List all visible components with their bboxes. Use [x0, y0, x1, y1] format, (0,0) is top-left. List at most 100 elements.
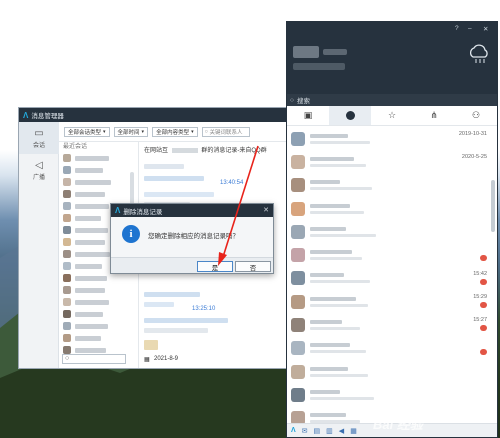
- blurred-text: [144, 164, 184, 169]
- chat-bubble-icon: ▭: [34, 127, 44, 139]
- list-item[interactable]: [59, 164, 138, 176]
- blurred-text: [310, 156, 354, 161]
- avatar: [291, 271, 305, 286]
- chevron-down-icon: ▾: [141, 128, 145, 135]
- avatar: [63, 322, 71, 330]
- list-item[interactable]: [59, 176, 138, 188]
- avatar[interactable]: [293, 46, 319, 58]
- avatar: [291, 387, 305, 402]
- side-tab-sessions[interactable]: ▭ 会话: [19, 122, 59, 154]
- blurred-text: [75, 275, 107, 281]
- tab-favorites[interactable]: ☆: [371, 106, 413, 125]
- list-item-text: [310, 203, 364, 214]
- time-range-dropdown[interactable]: 全部时间 ▾: [113, 126, 149, 137]
- list-item[interactable]: [59, 320, 138, 332]
- blurred-text: [75, 347, 106, 353]
- avatar: [291, 318, 305, 333]
- list-item-time: 2019-10-31: [458, 131, 487, 137]
- file-icon[interactable]: ▤: [314, 427, 321, 435]
- tab-users[interactable]: ⚇: [455, 106, 497, 125]
- blurred-text: [310, 250, 352, 255]
- content-header-suffix: 群的消息记录-来自QQ群: [201, 148, 267, 154]
- avatar: [291, 341, 305, 356]
- list-scrollbar[interactable]: [491, 180, 495, 232]
- list-item-text: [310, 250, 362, 261]
- tab-groups[interactable]: ⋔: [413, 106, 455, 125]
- tim-logo-icon[interactable]: Λ: [291, 427, 296, 434]
- cloud-weather-icon[interactable]: [467, 42, 491, 64]
- grid-icon[interactable]: ▦: [350, 427, 357, 435]
- chevron-down-icon: ▾: [103, 128, 106, 135]
- list-item[interactable]: [287, 360, 497, 383]
- list-search-box[interactable]: ○: [62, 354, 126, 364]
- list-item[interactable]: 15:42: [287, 267, 497, 290]
- list-item[interactable]: 2019-10-31: [287, 127, 497, 150]
- avatar: [63, 214, 71, 222]
- dialog-button-bar: 是 否: [111, 257, 273, 273]
- no-button[interactable]: 否: [235, 261, 271, 272]
- list-item[interactable]: [287, 243, 497, 266]
- contact-card-icon: ▣: [303, 110, 313, 120]
- list-item[interactable]: 2020-5-25: [287, 150, 497, 173]
- blurred-nickname: [323, 49, 347, 55]
- avatar: [63, 274, 71, 282]
- avatar: [291, 178, 305, 193]
- list-item[interactable]: [287, 383, 497, 406]
- list-item-text: [310, 180, 372, 191]
- user-icon: ⚇: [471, 110, 481, 120]
- blurred-text: [310, 273, 344, 278]
- date-label: 2021-8-9: [154, 356, 179, 362]
- list-item-text: [310, 156, 366, 167]
- close-icon[interactable]: ✕: [483, 25, 488, 33]
- list-item[interactable]: [59, 152, 138, 164]
- avatar: [291, 131, 305, 146]
- list-item-text: [310, 320, 360, 331]
- mail-icon[interactable]: ✉: [302, 427, 308, 435]
- avatar: [291, 201, 305, 216]
- qq-search-bar[interactable]: ○ 搜索: [287, 94, 497, 106]
- blurred-text: [310, 327, 360, 331]
- help-icon[interactable]: ?: [455, 25, 459, 32]
- blurred-text: [75, 335, 101, 341]
- close-icon[interactable]: ✕: [263, 206, 269, 214]
- avatar: [291, 248, 305, 263]
- blurred-signature: [293, 63, 345, 70]
- list-scrollbar[interactable]: [130, 172, 134, 206]
- list-item[interactable]: 15:27: [287, 313, 497, 336]
- list-item[interactable]: [287, 337, 497, 360]
- list-item[interactable]: [287, 220, 497, 243]
- side-tab-broadcast[interactable]: ◁ 广播: [19, 154, 59, 186]
- blurred-text: [75, 191, 105, 197]
- list-item[interactable]: [59, 284, 138, 296]
- tab-contacts-card[interactable]: ▣: [287, 106, 329, 125]
- blurred-text: [75, 311, 103, 317]
- list-item[interactable]: [287, 197, 497, 220]
- chart-icon[interactable]: ▥: [326, 427, 333, 435]
- list-item-time: 15:29: [473, 294, 487, 301]
- side-tab-label: 会话: [32, 142, 45, 149]
- avatar: [63, 166, 71, 174]
- unread-badge: [480, 302, 487, 309]
- list-item[interactable]: [59, 332, 138, 344]
- session-type-dropdown[interactable]: 全部会话类型 ▾: [64, 126, 110, 137]
- blurred-text: [310, 257, 362, 261]
- minimize-icon[interactable]: –: [468, 25, 472, 32]
- blurred-text: [310, 226, 346, 231]
- list-item[interactable]: [287, 174, 497, 197]
- star-icon: ☆: [387, 110, 397, 120]
- keyword-search-input[interactable]: ○ 关键词联系人: [201, 126, 250, 137]
- blurred-text: [310, 389, 340, 394]
- content-type-dropdown[interactable]: 全部内容类型 ▾: [152, 126, 198, 137]
- list-item[interactable]: [59, 308, 138, 320]
- list-item[interactable]: [59, 188, 138, 200]
- blurred-text: [144, 176, 204, 181]
- avatar: [63, 298, 71, 306]
- avatar: [63, 262, 71, 270]
- blurred-text: [310, 413, 346, 418]
- list-item[interactable]: 15:29: [287, 290, 497, 313]
- list-item[interactable]: [59, 296, 138, 308]
- blurred-text: [310, 366, 348, 371]
- yes-button[interactable]: 是: [197, 261, 233, 272]
- tab-recent[interactable]: [329, 106, 371, 125]
- sound-icon[interactable]: ◀: [339, 427, 344, 435]
